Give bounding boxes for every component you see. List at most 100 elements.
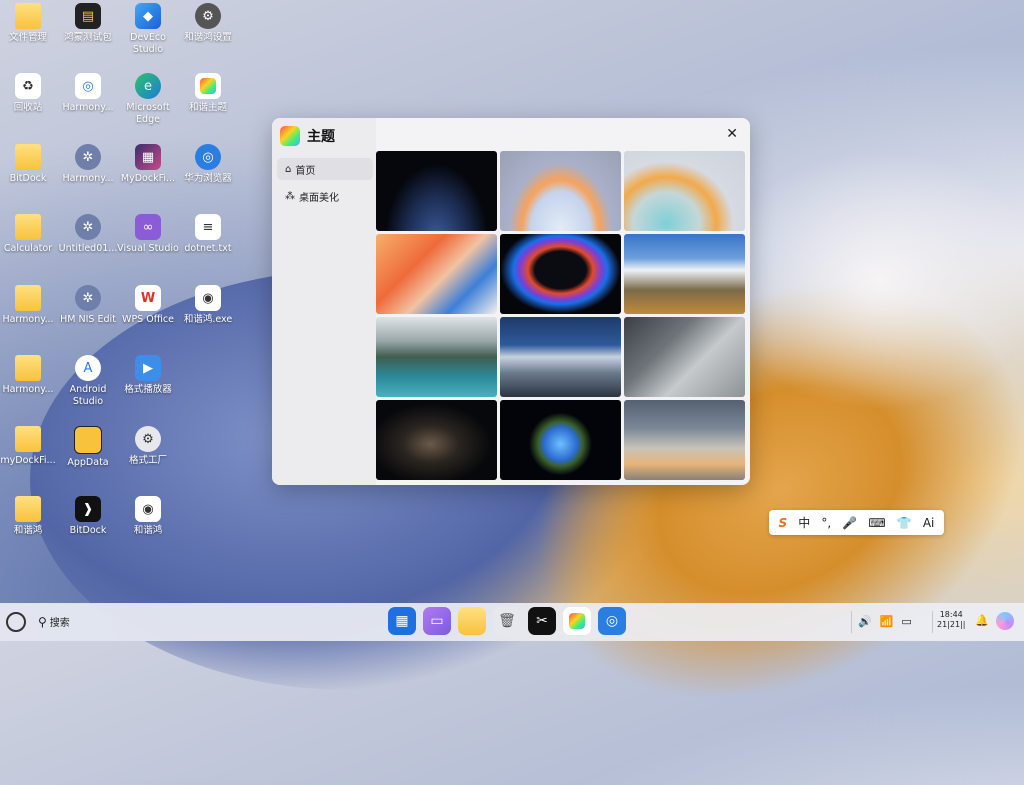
start-button[interactable] [6, 612, 26, 632]
folder-icon [15, 3, 41, 29]
folder-icon [15, 214, 41, 240]
keyboard-icon[interactable]: ⌨ [868, 516, 885, 530]
desktop-icon-visual-studio[interactable]: ∞ Visual Studio [116, 214, 180, 255]
wallpaper-milky-way[interactable] [376, 400, 497, 480]
ime-toolbar: S 中 °, 🎤 ⌨ 👕 Ai [769, 510, 944, 535]
wallpaper-grid [376, 151, 745, 480]
wallpaper-neon-sphere[interactable] [500, 234, 621, 314]
desktop-icon-hexie-app[interactable]: ◉ 和谐鸿 [116, 496, 180, 537]
search-label: 搜索 [49, 618, 70, 629]
browser-icon[interactable]: ◎ [598, 607, 626, 635]
ime-ai-button[interactable]: Ai [923, 516, 935, 530]
trash-icon[interactable]: 🗑 [493, 607, 521, 635]
desktop-icon-hm-nis-edit[interactable]: ✲ HM NIS Edit [56, 285, 120, 326]
desktop-icon-format-player[interactable]: ▶ 格式播放器 [116, 355, 180, 396]
installer-icon: ✲ [75, 285, 101, 311]
globe-icon: ◎ [75, 73, 101, 99]
desktop-icon-hexie-folder[interactable]: 和谐鸿 [0, 496, 60, 537]
wallpaper-earth-night[interactable] [500, 400, 621, 480]
desktop-icon-bitdock-folder[interactable]: BitDock [0, 144, 60, 185]
desktop-icon-mydockfi[interactable]: ▦ MyDockFi... [116, 144, 180, 185]
wallpaper-misty-cliff[interactable] [624, 317, 745, 397]
desktop-icon-deveco-studio[interactable]: ◆ DevEco Studio [116, 3, 180, 56]
desktop-icon-theme[interactable]: 和谐主题 [176, 73, 240, 114]
clock-date: 21|21|| [937, 620, 966, 629]
desktop-icon-appdata[interactable]: AppData [56, 426, 120, 469]
desktop-icon-harmony-browser[interactable]: ◎ Harmony... [56, 73, 120, 114]
desktop-icon-recycle-bin[interactable]: ♻ 回收站 [0, 73, 60, 114]
visual-studio-icon: ∞ [135, 214, 161, 240]
theme-icon [195, 73, 221, 99]
wifi-icon[interactable]: 📶 [880, 615, 894, 628]
theme-icon[interactable] [563, 607, 591, 635]
grid-icon: ⁂ [285, 190, 295, 202]
wallpaper-sea-of-clouds[interactable] [500, 317, 621, 397]
globe-icon: ◎ [195, 144, 221, 170]
search-icon: ⚲ [38, 614, 47, 629]
desktop-icon-mydockfi-folder[interactable]: myDockFi... [0, 426, 60, 467]
gallery-icon[interactable]: ▭ [423, 607, 451, 635]
ime-punctuation[interactable]: °, [821, 516, 831, 530]
desktop-icon-settings[interactable]: ⚙ 和谐鸿设置 [176, 3, 240, 44]
desktop-icon-harmony-folder-1[interactable]: Harmony... [0, 285, 60, 326]
battery-icon[interactable]: ▭ [901, 615, 911, 628]
wps-icon: W [135, 285, 161, 311]
wallpaper-city-fog[interactable] [624, 400, 745, 480]
text-file-icon: ≡ [195, 214, 221, 240]
nav-desktop-beautify[interactable]: ⁂ 桌面美化 [277, 185, 373, 207]
notification-bell-icon[interactable]: 🔔 [975, 614, 989, 627]
folder-icon [15, 426, 41, 452]
desktop-icon-harmony-installer[interactable]: ✲ Harmony... [56, 144, 120, 185]
nav-beautify-label: 桌面美化 [299, 192, 339, 204]
tray-divider [851, 611, 852, 633]
folder-icon [15, 355, 41, 381]
nav-home-label: 首页 [295, 165, 316, 177]
wallpaper-pastel-sphere[interactable] [500, 151, 621, 231]
wallpaper-snowy-mountains[interactable] [624, 234, 745, 314]
theme-titlebar: 主题 [280, 126, 335, 146]
clock[interactable]: 18:44 21|21|| [937, 610, 965, 630]
folder-icon [15, 285, 41, 311]
sogou-logo-icon[interactable]: S [779, 516, 788, 530]
desktop-icon-microsoft-edge[interactable]: e Microsoft Edge [116, 73, 180, 126]
ime-chinese-mode[interactable]: 中 [798, 514, 810, 531]
desktop-icon-format-factory[interactable]: ⚙ 格式工厂 [116, 426, 180, 467]
close-icon[interactable]: ✕ [726, 126, 738, 142]
folder-icon [15, 144, 41, 170]
wallpaper-glass-sphere[interactable] [624, 151, 745, 231]
wallpaper-mountain-lake[interactable] [376, 317, 497, 397]
assistant-icon[interactable] [996, 612, 1014, 630]
search-button[interactable]: ⚲ 搜索 [38, 614, 70, 630]
microphone-icon[interactable]: 🎤 [842, 516, 857, 530]
wallpaper-dark-planet[interactable] [376, 151, 497, 231]
desktop-icon-harmony-test[interactable]: ▤ 鸿蒙测试包 [56, 3, 120, 44]
desktop-icon-calculator[interactable]: Calculator [0, 214, 60, 255]
system-tray: 🔊 📶 ▭ [858, 615, 912, 628]
skin-icon[interactable]: 👕 [897, 516, 912, 530]
apps-icon[interactable]: ▦ [388, 607, 416, 635]
desktop-icon-untitled[interactable]: ✲ Untitled01... [56, 214, 120, 255]
desktop-icon-harmony-folder-2[interactable]: Harmony... [0, 355, 60, 396]
volume-icon[interactable]: 🔊 [858, 615, 872, 628]
desktop-icon-huawei-browser[interactable]: ◎ 华为浏览器 [176, 144, 240, 185]
capcut-icon[interactable]: ✂ [528, 607, 556, 635]
wallpaper-colorful-waves[interactable] [376, 234, 497, 314]
gear-icon: ⚙ [195, 3, 221, 29]
theme-window: 主题 ✕ ⌂ 首页 ⁂ 桌面美化 [272, 118, 750, 485]
desktop-icon-file-manager[interactable]: 文件管理 [0, 3, 60, 44]
desktop-icon-dotnet-txt[interactable]: ≡ dotnet.txt [176, 214, 240, 255]
desktop-icon-bitdock[interactable]: ❱ BitDock [56, 496, 120, 537]
edge-icon: e [135, 73, 161, 99]
clock-divider [932, 611, 933, 633]
desktop-icon-wps-office[interactable]: W WPS Office [116, 285, 180, 326]
folder-icon [74, 426, 102, 454]
clock-time: 18:44 [939, 610, 963, 619]
desktop-icon-android-studio[interactable]: A Android Studio [56, 355, 120, 408]
deveco-icon: ◆ [135, 3, 161, 29]
hexie-icon: ◉ [135, 496, 161, 522]
installer-icon: ✲ [75, 144, 101, 170]
folder-icon[interactable] [458, 607, 486, 635]
android-studio-icon: A [75, 355, 101, 381]
desktop-icon-hexie-exe[interactable]: ◉ 和谐鸿.exe [176, 285, 240, 326]
nav-home[interactable]: ⌂ 首页 [277, 158, 373, 180]
